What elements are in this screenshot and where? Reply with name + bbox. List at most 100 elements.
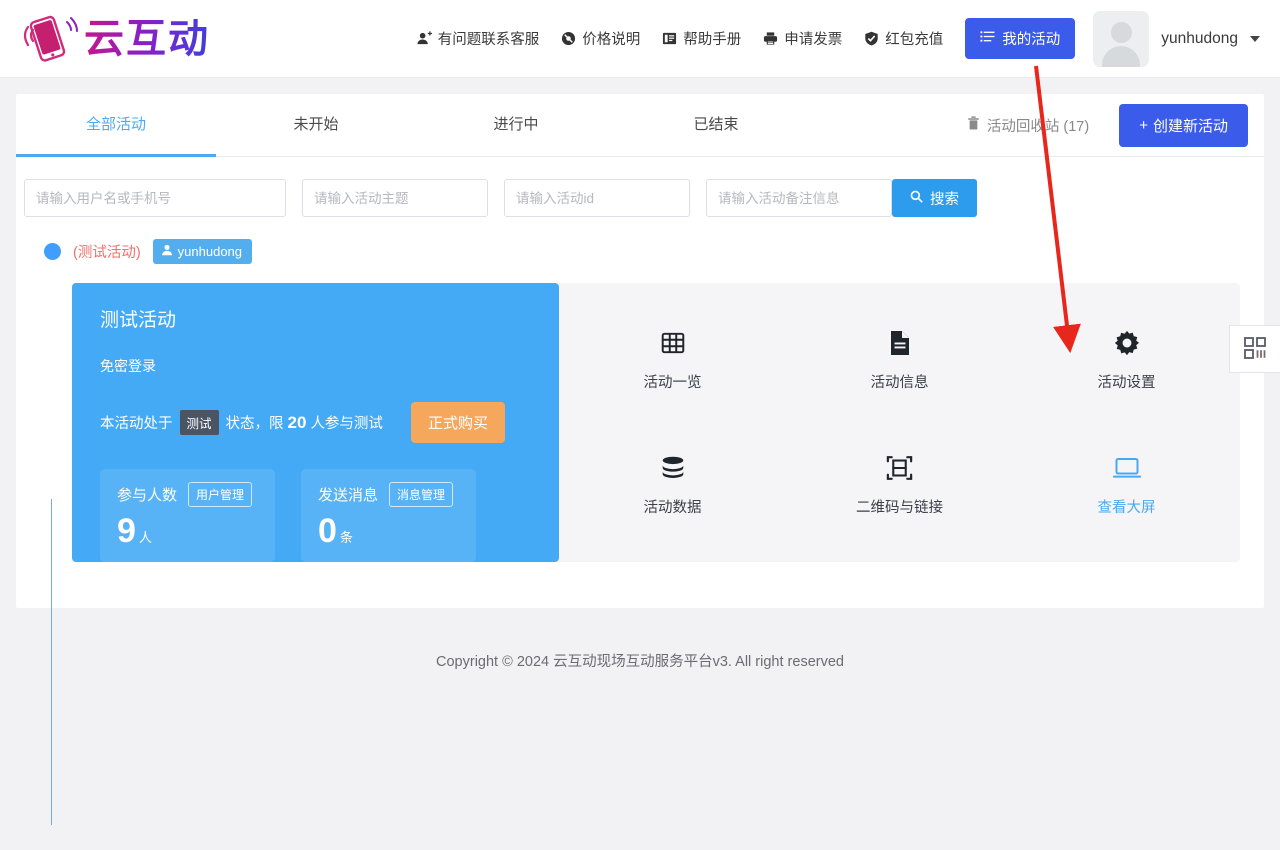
tab-in-progress-label: 进行中 (493, 116, 539, 133)
activity-status-limit: 20 (287, 412, 307, 432)
page-footer: Copyright © 2024 云互动现场互动服务平台v3. All righ… (16, 608, 1264, 671)
search-button[interactable]: 搜索 (892, 179, 977, 217)
qrcode-scan-icon (886, 453, 913, 483)
search-input-note[interactable] (706, 179, 892, 217)
nav-redpacket-recharge-label: 红包充值 (885, 32, 944, 48)
create-activity-button[interactable]: + 创建新活动 (1119, 103, 1248, 147)
user-menu[interactable]: yunhudong (1093, 10, 1260, 67)
activity-name: 测试活动 (100, 310, 177, 331)
activity-flag-label: (测试活动) (73, 245, 141, 261)
printer-icon (763, 31, 778, 46)
brand-logo[interactable]: 云互动 (22, 12, 322, 66)
page-body: 全部活动 未开始 进行中 已结束 活动回收站 (17) + 创建新活动 请输入用… (0, 78, 1280, 825)
list-icon (980, 29, 995, 48)
activity-header: (测试活动) yunhudong (36, 239, 1264, 264)
stat-participants: 参与人数 用户管理 9人 (100, 469, 275, 562)
stat-messages-value: 0 (318, 512, 337, 550)
tab-not-started[interactable]: 未开始 (216, 94, 416, 156)
search-toolbar: 搜索 (16, 157, 1264, 217)
nav-help-manual[interactable]: 帮助手册 (662, 28, 741, 49)
nav-contact-support-label: 有问题联系客服 (437, 32, 540, 48)
tile-activity-info[interactable]: 活动信息 (871, 328, 929, 392)
activity-row: 测试活动 免密登录 本活动处于 测试 状态，限 20 人参与测试 正式购买 参与… (72, 283, 1240, 562)
activity-owner-badge[interactable]: yunhudong (152, 239, 253, 264)
document-icon (888, 328, 912, 358)
tab-ended-label: 已结束 (693, 116, 739, 133)
user-icon (161, 244, 173, 259)
nav-redpacket-recharge[interactable]: 红包充值 (864, 28, 943, 49)
nav-price-label: 价格说明 (582, 32, 641, 48)
shield-check-icon (864, 31, 879, 46)
nav-invoice-label: 申请发票 (784, 32, 843, 48)
tile-activity-overview[interactable]: 活动一览 (644, 328, 702, 392)
avatar-placeholder-icon (1093, 10, 1150, 67)
stat-participants-value: 9 (117, 512, 136, 550)
formal-purchase-button[interactable]: 正式购买 (410, 402, 505, 443)
my-activities-label: 我的活动 (1002, 32, 1061, 48)
activity-summary-panel: 测试活动 免密登录 本活动处于 测试 状态，限 20 人参与测试 正式购买 参与… (72, 283, 559, 562)
my-activities-button[interactable]: 我的活动 (965, 18, 1076, 59)
stat-messages: 发送消息 消息管理 0条 (301, 469, 476, 562)
activity-timeline: (测试活动) yunhudong 测试活动 免密登录 本活动处于 测试 状态，限… (16, 217, 1264, 825)
copyright-text: Copyright © 2024 云互动现场互动服务平台v3. All righ… (436, 654, 844, 670)
activity-tabs: 全部活动 未开始 进行中 已结束 活动回收站 (17) + 创建新活动 (16, 94, 1264, 157)
stat-participants-label: 参与人数 (117, 487, 178, 504)
nav-help-manual-label: 帮助手册 (683, 32, 742, 48)
tile-activity-data[interactable]: 活动数据 (644, 453, 702, 517)
stat-messages-label: 发送消息 (318, 487, 379, 504)
create-activity-label: 创建新活动 (1152, 117, 1228, 135)
side-qrcode-panel[interactable] (1229, 325, 1280, 373)
logo-phone-icon (22, 12, 78, 66)
tile-activity-settings[interactable]: 活动设置 (1098, 328, 1156, 392)
app-header: 云互动 有问题联系客服 价格说明 帮助手册 申请发票 红包充值 我的活动 yun… (0, 0, 1280, 78)
tab-all-activities[interactable]: 全部活动 (16, 94, 216, 157)
monitor-icon (1112, 453, 1141, 483)
tile-qrcode-link[interactable]: 二维码与链接 (856, 453, 943, 517)
tab-all-activities-label: 全部活动 (85, 116, 146, 133)
search-icon (910, 190, 923, 207)
recycle-bin-label: 活动回收站 (17) (986, 118, 1090, 135)
brand-name: 云互动 (84, 15, 210, 62)
tile-activity-overview-label: 活动一览 (643, 374, 702, 391)
search-button-label: 搜索 (930, 191, 959, 208)
qrcode-icon (1243, 336, 1267, 363)
activity-login-mode: 免密登录 (100, 358, 156, 374)
activities-card: 全部活动 未开始 进行中 已结束 活动回收站 (17) + 创建新活动 请输入用… (16, 94, 1264, 825)
nav-contact-support[interactable]: 有问题联系客服 (417, 28, 540, 49)
header-nav: 有问题联系客服 价格说明 帮助手册 申请发票 红包充值 我的活动 (322, 18, 1093, 59)
chevron-down-icon[interactable] (1250, 35, 1260, 42)
timeline-line (51, 499, 52, 825)
trash-icon (967, 116, 980, 134)
database-icon (660, 453, 686, 483)
nav-price[interactable]: 价格说明 (561, 28, 640, 49)
stat-participants-unit: 人 (138, 530, 152, 545)
tile-view-bigscreen-label: 查看大屏 (1097, 500, 1156, 517)
tile-view-bigscreen[interactable]: 查看大屏 (1098, 453, 1156, 517)
search-input-topic[interactable] (302, 179, 488, 217)
plus-icon: + (1139, 116, 1148, 134)
user-management-button[interactable]: 用户管理 (188, 482, 253, 507)
timeline-dot-icon (44, 243, 61, 260)
tabs-actions: 活动回收站 (17) + 创建新活动 (967, 103, 1248, 147)
book-icon (662, 31, 677, 46)
activity-status-tag: 测试 (179, 410, 219, 435)
tab-not-started-label: 未开始 (293, 116, 339, 133)
search-input-user[interactable] (24, 179, 286, 217)
tab-ended[interactable]: 已结束 (616, 94, 816, 156)
activity-actions-grid: 活动一览 活动信息 活动设置 活动数据 二维码与链接 查看大屏 (559, 283, 1240, 562)
tab-in-progress[interactable]: 进行中 (416, 94, 616, 156)
grid-icon (660, 328, 686, 358)
user-name: yunhudong (1161, 29, 1238, 47)
activity-stats: 参与人数 用户管理 9人 发送消息 消息管理 0 条 (100, 469, 559, 562)
activity-status-middle: 状态，限 (225, 416, 284, 432)
tile-activity-data-label: 活动数据 (643, 500, 702, 517)
price-tag-icon (561, 31, 576, 46)
message-management-button[interactable]: 消息管理 (389, 482, 454, 507)
nav-invoice[interactable]: 申请发票 (763, 28, 842, 49)
recycle-bin-link[interactable]: 活动回收站 (17) (967, 115, 1089, 136)
gear-icon (1114, 328, 1140, 358)
search-input-activity-id[interactable] (504, 179, 690, 217)
activity-owner-label: yunhudong (177, 244, 243, 259)
stat-messages-unit: 条 (339, 530, 353, 545)
contact-support-icon (417, 31, 432, 46)
